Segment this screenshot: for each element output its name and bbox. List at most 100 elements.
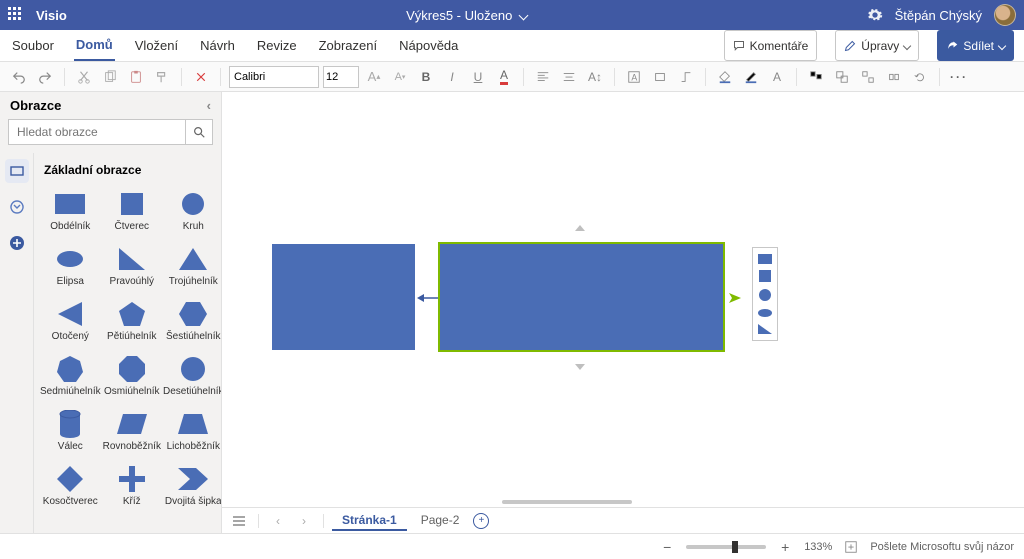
quick-shapes-palette[interactable] [752, 247, 778, 341]
autoconnect-arrow-right[interactable] [729, 291, 745, 305]
shape-cross[interactable]: Kříž [103, 460, 161, 513]
panel-tab-stencils[interactable] [5, 195, 29, 219]
zoom-value: 133% [804, 541, 832, 553]
shape-square[interactable]: Čtverec [103, 185, 161, 238]
align-button[interactable] [805, 66, 827, 88]
horizontal-scrollbar[interactable] [222, 497, 1024, 507]
delete-button[interactable] [190, 66, 212, 88]
panel-side-tabs [0, 153, 34, 533]
shape-decagon[interactable]: Desetiúhelník [163, 350, 221, 403]
shape-parallelogram[interactable]: Rovnoběžník [103, 405, 161, 458]
group-button[interactable] [857, 66, 879, 88]
redo-button[interactable] [34, 66, 56, 88]
left-tri-icon [53, 299, 87, 329]
shrink-font-button[interactable]: A▾ [389, 66, 411, 88]
shape-triangle[interactable]: Trojúhelník [163, 240, 221, 293]
mini-ellipse-icon[interactable] [758, 308, 772, 318]
shape-cylinder[interactable]: Válec [40, 405, 101, 458]
rotate-button[interactable] [909, 66, 931, 88]
document-title[interactable]: Výkres5 - Uloženo [406, 8, 512, 23]
grow-font-button[interactable]: A▴ [363, 66, 385, 88]
collapse-panel-icon[interactable]: ‹ [207, 98, 211, 113]
trapezoid-icon [176, 409, 210, 439]
tab-napoveda[interactable]: Nápověda [397, 30, 460, 61]
shape-heptagon[interactable]: Sedmiúhelník [40, 350, 101, 403]
expand-handle-top[interactable] [572, 225, 588, 235]
text-box-button[interactable]: A [623, 66, 645, 88]
position-button[interactable] [883, 66, 905, 88]
page-tab-2[interactable]: Page-2 [411, 511, 470, 531]
zoom-in-button[interactable]: + [776, 538, 794, 556]
panel-tab-add[interactable] [5, 231, 29, 255]
shape-tool-button[interactable] [649, 66, 671, 88]
share-button[interactable]: Sdílet [937, 30, 1014, 61]
undo-button[interactable] [8, 66, 30, 88]
shape-ellipse[interactable]: Elipsa [40, 240, 101, 293]
page-tab-1[interactable]: Stránka-1 [332, 511, 407, 531]
chevron-down-icon[interactable] [519, 10, 529, 20]
gear-icon[interactable] [867, 7, 883, 23]
feedback-link[interactable]: Pošlete Microsoftu svůj názor [870, 541, 1014, 553]
more-button[interactable]: ··· [948, 66, 970, 88]
tab-revize[interactable]: Revize [255, 30, 299, 61]
app-launcher-icon[interactable] [8, 7, 24, 23]
tab-soubor[interactable]: Soubor [10, 30, 56, 61]
mini-rect-icon[interactable] [758, 254, 772, 264]
shape-circle[interactable]: Kruh [163, 185, 221, 238]
page-next-button[interactable]: › [293, 510, 315, 532]
editing-button[interactable]: Úpravy [835, 30, 919, 61]
avatar[interactable] [994, 4, 1016, 26]
mini-square-icon[interactable] [759, 270, 771, 282]
shape-chevron[interactable]: Dvojitá šipka [163, 460, 221, 513]
fill-color-button[interactable] [714, 66, 736, 88]
tab-domu[interactable]: Domů [74, 30, 115, 61]
shape-rectangle-2-selected[interactable] [440, 244, 723, 350]
canvas[interactable] [222, 92, 1024, 497]
copy-button[interactable] [99, 66, 121, 88]
shape-left-tri[interactable]: Otočený [40, 295, 101, 348]
align-left-button[interactable] [532, 66, 554, 88]
shape-hexagon[interactable]: Šestiúhelník [163, 295, 221, 348]
line-color-button[interactable] [740, 66, 762, 88]
tab-vlozeni[interactable]: Vložení [133, 30, 180, 61]
font-select[interactable] [229, 66, 319, 88]
mini-triangle-icon[interactable] [758, 324, 772, 334]
page-prev-button[interactable]: ‹ [267, 510, 289, 532]
expand-handle-bottom[interactable] [572, 360, 588, 370]
user-name[interactable]: Štěpán Chýský [895, 8, 982, 23]
connector-button[interactable] [675, 66, 697, 88]
zoom-out-button[interactable]: − [658, 538, 676, 556]
shape-diamond[interactable]: Kosočtverec [40, 460, 101, 513]
search-button[interactable] [185, 119, 213, 145]
add-page-button[interactable]: + [473, 513, 489, 529]
text-fill-button[interactable]: A [766, 66, 788, 88]
italic-button[interactable]: I [441, 66, 463, 88]
shape-trapezoid[interactable]: Lichoběžník [163, 405, 221, 458]
align-middle-button[interactable] [558, 66, 580, 88]
paste-button[interactable] [125, 66, 147, 88]
underline-button[interactable]: U [467, 66, 489, 88]
panel-tab-shapes[interactable] [5, 159, 29, 183]
mini-circle-icon[interactable] [758, 288, 772, 302]
comments-button[interactable]: Komentáře [724, 30, 818, 61]
pages-menu-button[interactable] [228, 510, 250, 532]
tab-navrh[interactable]: Návrh [198, 30, 237, 61]
shape-rect[interactable]: Obdélník [40, 185, 101, 238]
arrange-button[interactable] [831, 66, 853, 88]
zoom-slider[interactable] [686, 545, 766, 549]
hexagon-icon [176, 299, 210, 329]
font-size-select[interactable] [323, 66, 359, 88]
bold-button[interactable]: B [415, 66, 437, 88]
cut-button[interactable] [73, 66, 95, 88]
tab-zobrazeni[interactable]: Zobrazení [317, 30, 380, 61]
shape-rectangle-1[interactable] [272, 244, 415, 350]
format-painter-button[interactable] [151, 66, 173, 88]
shape-octagon[interactable]: Osmiúhelník [103, 350, 161, 403]
shape-pentagon[interactable]: Pětiúhelník [103, 295, 161, 348]
search-input[interactable] [8, 119, 185, 145]
right-tri-icon [115, 244, 149, 274]
font-color-button[interactable]: A [493, 66, 515, 88]
shape-right-tri[interactable]: Pravoúhlý [103, 240, 161, 293]
fit-page-button[interactable] [842, 538, 860, 556]
text-direction-button[interactable]: A↕ [584, 66, 606, 88]
